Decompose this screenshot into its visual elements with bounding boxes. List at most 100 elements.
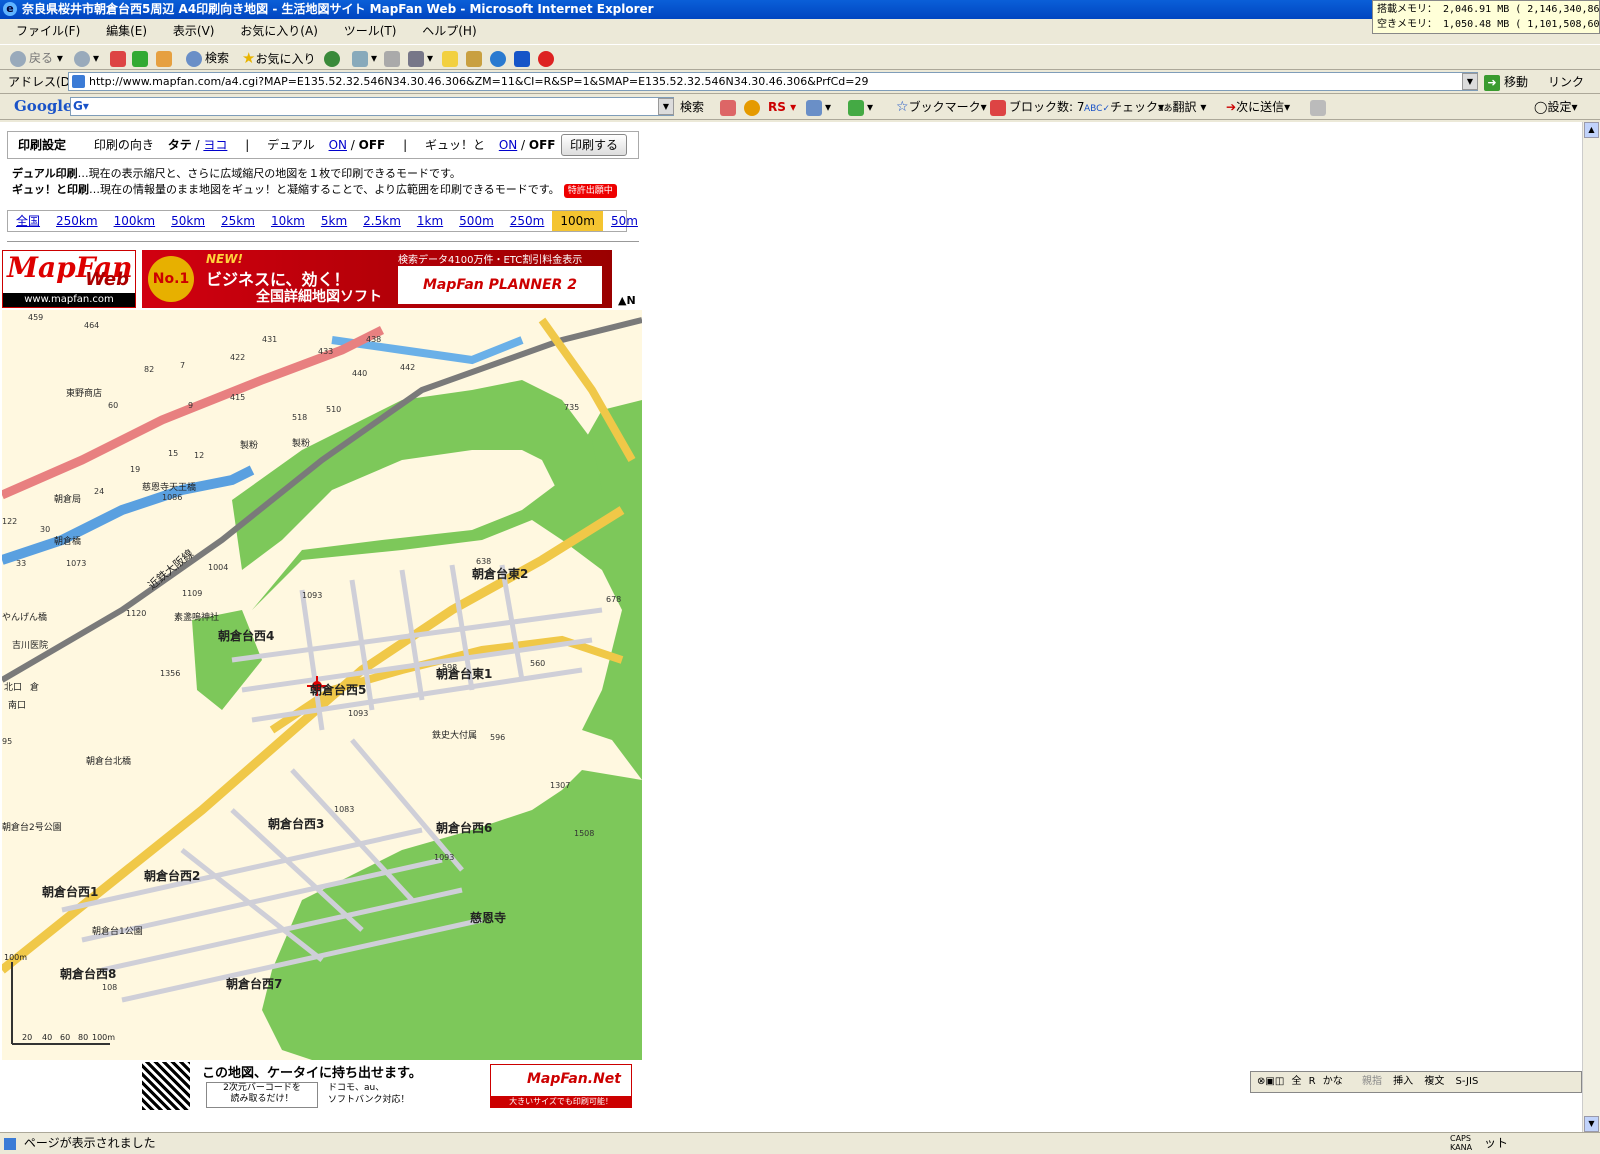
messenger-button[interactable] (490, 48, 509, 68)
address-dropdown-button[interactable]: ▼ (1462, 73, 1478, 90)
scale-1km[interactable]: 1km (409, 211, 451, 231)
dual-off: OFF (358, 138, 386, 152)
ime-encoding[interactable]: S-JIS (1456, 1076, 1479, 1087)
search-button[interactable]: 検索 (186, 48, 229, 68)
menu-tools[interactable]: ツール(T) (344, 24, 397, 38)
mapfan-net-banner[interactable]: MapFan.Net 大きいサイズでも印刷可能！ (490, 1064, 632, 1108)
google-search-button[interactable]: 検索 (680, 97, 704, 117)
scale-100km[interactable]: 100km (106, 211, 164, 231)
highlighter-icon[interactable] (1310, 97, 1329, 117)
giyutto-on-link[interactable]: ON (499, 138, 517, 152)
forward-button[interactable]: ▾ (74, 48, 99, 68)
addr-number: 422 (230, 353, 245, 362)
addr-number: 1086 (162, 493, 182, 502)
standard-toolbar: 戻る ▾ ▾ 検索 ★お気に入り ▾ ▾ (0, 44, 1600, 70)
address-label: アドレス(D) (8, 75, 75, 89)
banner-top-right: 検索データ4100万件・ETC割引料金表示 (398, 255, 583, 266)
print-button-page[interactable]: 印刷する (561, 134, 627, 156)
scroll-up-button[interactable]: ▲ (1584, 122, 1599, 138)
mapfan-web-logo[interactable]: MapFan Web www.mapfan.com (2, 250, 136, 308)
ime-full[interactable]: 全 (1291, 1076, 1301, 1087)
scale-2-5km[interactable]: 2.5km (355, 211, 409, 231)
research-button[interactable] (466, 48, 485, 68)
spellcheck-button[interactable]: ABC✓チェック▾ (1084, 97, 1164, 117)
giyutto-label: ギュッ！と (424, 138, 485, 152)
favorites-button[interactable]: ★お気に入り (242, 48, 315, 68)
google-dropdown-button[interactable]: ▼ (658, 98, 674, 115)
vertical-scrollbar[interactable]: ▲ ▼ (1582, 122, 1600, 1132)
address-input[interactable]: http://www.mapfan.com/a4.cgi?MAP=E135.52… (68, 72, 1478, 91)
notes-button[interactable] (442, 48, 461, 68)
addr-number: 1083 (334, 805, 354, 814)
scroll-down-button[interactable]: ▼ (1584, 1116, 1599, 1132)
ime-insert[interactable]: 挿入 (1393, 1076, 1413, 1087)
addr-number: 431 (262, 335, 277, 344)
poi-asakura-post: 朝倉局 (54, 493, 81, 505)
menu-help[interactable]: ヘルプ(H) (422, 24, 476, 38)
home-button[interactable] (156, 48, 175, 68)
send-to-button[interactable]: ➔次に送信▾ (1226, 97, 1290, 117)
bookmarks-button[interactable]: ☆ブックマーク▾ (896, 97, 987, 117)
orientation-landscape-link[interactable]: ヨコ (203, 138, 227, 152)
banner-product: MapFan PLANNER 2 (398, 266, 602, 304)
go-button[interactable]: ➜ 移動 (1484, 73, 1528, 91)
settings-circle-icon: ◯ (1534, 100, 1548, 114)
scale-25km[interactable]: 25km (213, 211, 263, 231)
edit-button[interactable]: ▾ (408, 48, 433, 68)
ime-icon: ⊗▣◫ (1257, 1076, 1285, 1087)
translate-button[interactable]: aあ翻訳 ▾ (1158, 97, 1206, 117)
ime-language-bar[interactable]: ⊗▣◫ 全 R かな 親指 挿入 複文 S-JIS (1250, 1071, 1582, 1093)
ime-romaji[interactable]: R (1309, 1076, 1316, 1087)
addr-number: 1307 (550, 781, 570, 790)
addon-button[interactable] (538, 48, 557, 68)
scale-5km[interactable]: 5km (313, 211, 355, 231)
poi-park-1: 朝倉台1公園 (92, 925, 143, 937)
poi-south-exit: 南口 (8, 699, 26, 711)
scale-250m[interactable]: 250m (502, 211, 553, 231)
back-button[interactable]: 戻る ▾ (10, 48, 63, 68)
planner-ad-banner[interactable]: No.1 NEW! ビジネスに、効く！ 全国詳細地図ソフト 検索データ4100万… (142, 250, 612, 308)
links-button[interactable]: リンク (1548, 73, 1584, 90)
menu-edit[interactable]: 編集(E) (106, 24, 147, 38)
addr-number: 598 (442, 663, 457, 672)
scale-250km[interactable]: 250km (48, 211, 106, 231)
menu-view[interactable]: 表示(V) (173, 24, 215, 38)
dual-on-link[interactable]: ON (329, 138, 347, 152)
puzzle-icon (848, 99, 864, 116)
google-logo[interactable]: Google (14, 97, 73, 115)
google-search-input[interactable]: G▾ (70, 97, 674, 116)
scale-nationwide[interactable]: 全国 (8, 211, 48, 231)
print-button[interactable] (384, 48, 403, 68)
addr-number: 95 (2, 737, 12, 746)
ime-oyayubi[interactable]: 親指 (1362, 1076, 1382, 1087)
refresh-button[interactable] (132, 48, 151, 68)
google-puzzle-button[interactable]: ▾ (848, 97, 873, 117)
scale-10km[interactable]: 10km (263, 211, 313, 231)
addr-number: 15 (168, 449, 178, 458)
popup-block-button[interactable]: ブロック数: 7 (990, 97, 1085, 117)
search-icon (186, 50, 202, 67)
forward-arrow-icon (74, 50, 90, 67)
google-settings-button[interactable]: ◯設定▾ (1534, 97, 1577, 117)
menu-favorites[interactable]: お気に入り(A) (240, 24, 318, 38)
google-rs-button[interactable]: RS ▾ (768, 97, 796, 117)
scale-500m[interactable]: 500m (451, 211, 502, 231)
scale-50m[interactable]: 50m (603, 211, 646, 231)
bluetooth-button[interactable] (514, 48, 533, 68)
status-text: ページが表示されました (23, 1136, 156, 1150)
google-link-button[interactable]: ▾ (806, 97, 831, 117)
home-icon (156, 50, 172, 67)
poi-yoshikawa-clinic: 吉川医院 (12, 639, 48, 651)
history-button[interactable] (324, 48, 343, 68)
google-news-icon[interactable] (720, 97, 739, 117)
ime-fukubun[interactable]: 複文 (1424, 1076, 1444, 1087)
map-view[interactable]: 朝倉台東2 朝倉台西4 朝倉台東1 朝倉台西5 朝倉台西3 朝倉台西6 朝倉台西… (0, 310, 643, 1060)
mail-button[interactable]: ▾ (352, 48, 377, 68)
scale-100m-selected[interactable]: 100m (552, 211, 603, 231)
ime-kana[interactable]: かな (1323, 1076, 1343, 1087)
menu-file[interactable]: ファイル(F) (16, 24, 80, 38)
google-safe-icon[interactable] (744, 97, 763, 117)
stop-button[interactable] (110, 48, 129, 68)
scale-50km[interactable]: 50km (163, 211, 213, 231)
memory-monitor: 搭載メモリ： 2,046.91 MB ( 2,146,340,864 空きメモリ… (1372, 0, 1600, 34)
